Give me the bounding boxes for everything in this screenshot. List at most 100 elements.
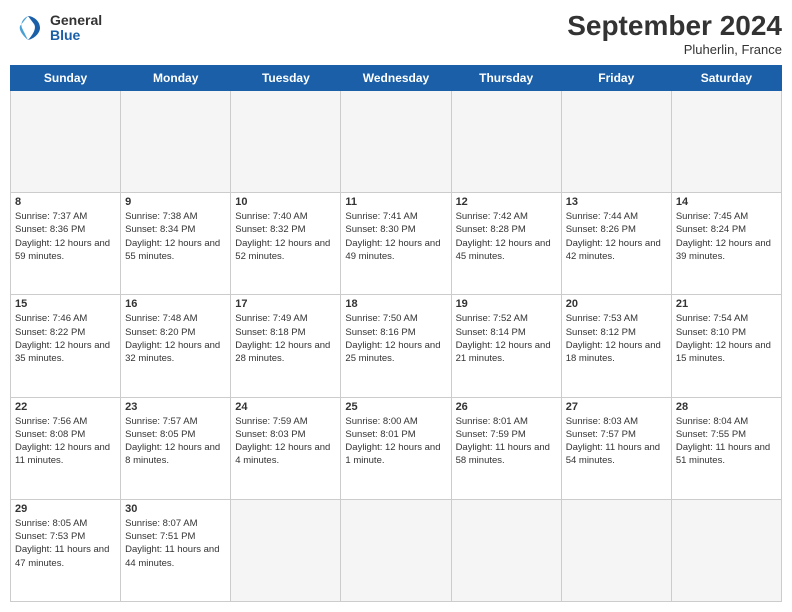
day-header-friday: Friday xyxy=(561,66,671,91)
logo-container: General Blue xyxy=(10,10,102,46)
sunrise-text: Sunrise: 7:46 AM xyxy=(15,312,116,325)
day-number: 17 xyxy=(235,298,336,310)
day-number: 21 xyxy=(676,298,777,310)
daylight-text: Daylight: 11 hours and 58 minutes. xyxy=(456,441,557,468)
month-title: September 2024 xyxy=(567,10,782,42)
sunset-text: Sunset: 7:51 PM xyxy=(125,530,226,543)
calendar-cell: 11Sunrise: 7:41 AMSunset: 8:30 PMDayligh… xyxy=(341,193,451,295)
sunrise-text: Sunrise: 8:00 AM xyxy=(345,415,446,428)
day-info: Sunrise: 7:46 AMSunset: 8:22 PMDaylight:… xyxy=(15,312,116,365)
day-info: Sunrise: 8:00 AMSunset: 8:01 PMDaylight:… xyxy=(345,415,446,468)
calendar-cell: 28Sunrise: 8:04 AMSunset: 7:55 PMDayligh… xyxy=(671,397,781,499)
calendar-cell: 15Sunrise: 7:46 AMSunset: 8:22 PMDayligh… xyxy=(11,295,121,397)
daylight-text: Daylight: 12 hours and 1 minute. xyxy=(345,441,446,468)
daylight-text: Daylight: 12 hours and 15 minutes. xyxy=(676,339,777,366)
calendar-cell: 27 Sunrise: 8:03 AMSunset: 7:57 PMDayligh… xyxy=(561,397,671,499)
day-number: 13 xyxy=(566,196,667,208)
sunset-text: Sunset: 7:57 PM xyxy=(566,428,667,441)
sunset-text: Sunset: 8:26 PM xyxy=(566,223,667,236)
day-number: 8 xyxy=(15,196,116,208)
calendar-cell: 10Sunrise: 7:40 AMSunset: 8:32 PMDayligh… xyxy=(231,193,341,295)
day-header-monday: Monday xyxy=(121,66,231,91)
calendar-cell: 22Sunrise: 7:56 AMSunset: 8:08 PMDayligh… xyxy=(11,397,121,499)
day-info: Sunrise: 7:38 AMSunset: 8:34 PMDaylight:… xyxy=(125,210,226,263)
day-number: 23 xyxy=(125,401,226,413)
day-header-wednesday: Wednesday xyxy=(341,66,451,91)
sunrise-text: Sunrise: 7:41 AM xyxy=(345,210,446,223)
calendar-cell xyxy=(451,499,561,601)
day-number: 18 xyxy=(345,298,446,310)
logo-bird-icon xyxy=(10,10,46,46)
day-number: 27 xyxy=(566,401,667,413)
sunrise-text: Sunrise: 7:54 AM xyxy=(676,312,777,325)
sunset-text: Sunset: 8:05 PM xyxy=(125,428,226,441)
sunset-text: Sunset: 8:30 PM xyxy=(345,223,446,236)
day-info: Sunrise: 7:37 AMSunset: 8:36 PMDaylight:… xyxy=(15,210,116,263)
page: General Blue September 2024 Pluherlin, F… xyxy=(0,0,792,612)
day-header-saturday: Saturday xyxy=(671,66,781,91)
day-info: Sunrise: 8:03 AMSunset: 7:57 PMDaylight:… xyxy=(566,415,667,468)
day-header-thursday: Thursday xyxy=(451,66,561,91)
sunset-text: Sunset: 8:20 PM xyxy=(125,326,226,339)
day-info: Sunrise: 7:52 AMSunset: 8:14 PMDaylight:… xyxy=(456,312,557,365)
calendar-cell: 23Sunrise: 7:57 AMSunset: 8:05 PMDayligh… xyxy=(121,397,231,499)
day-header-tuesday: Tuesday xyxy=(231,66,341,91)
day-info: Sunrise: 7:59 AMSunset: 8:03 PMDaylight:… xyxy=(235,415,336,468)
day-info: Sunrise: 7:48 AMSunset: 8:20 PMDaylight:… xyxy=(125,312,226,365)
daylight-text: Daylight: 12 hours and 25 minutes. xyxy=(345,339,446,366)
day-info: Sunrise: 7:54 AMSunset: 8:10 PMDaylight:… xyxy=(676,312,777,365)
daylight-text: Daylight: 11 hours and 47 minutes. xyxy=(15,543,116,570)
sunrise-text: Sunrise: 7:49 AM xyxy=(235,312,336,325)
logo-blue-text: Blue xyxy=(50,28,102,43)
daylight-text: Daylight: 11 hours and 54 minutes. xyxy=(566,441,667,468)
sunrise-text: Sunrise: 7:37 AM xyxy=(15,210,116,223)
sunrise-text: Sunrise: 7:48 AM xyxy=(125,312,226,325)
calendar-cell xyxy=(231,499,341,601)
sunset-text: Sunset: 8:03 PM xyxy=(235,428,336,441)
sunrise-text: Sunrise: 7:42 AM xyxy=(456,210,557,223)
day-info: Sunrise: 7:40 AMSunset: 8:32 PMDaylight:… xyxy=(235,210,336,263)
sunset-text: Sunset: 8:10 PM xyxy=(676,326,777,339)
sunrise-text: Sunrise: 7:40 AM xyxy=(235,210,336,223)
day-info: Sunrise: 7:42 AMSunset: 8:28 PMDaylight:… xyxy=(456,210,557,263)
daylight-text: Daylight: 12 hours and 8 minutes. xyxy=(125,441,226,468)
calendar-cell xyxy=(671,499,781,601)
sunset-text: Sunset: 8:18 PM xyxy=(235,326,336,339)
sunset-text: Sunset: 7:55 PM xyxy=(676,428,777,441)
sunrise-text: Sunrise: 8:05 AM xyxy=(15,517,116,530)
calendar-cell: 17 Sunrise: 7:49 AMSunset: 8:18 PMDayligh… xyxy=(231,295,341,397)
calendar-cell: 19 Sunrise: 7:52 AMSunset: 8:14 PMDayligh… xyxy=(451,295,561,397)
calendar-cell xyxy=(231,91,341,193)
sunset-text: Sunset: 7:59 PM xyxy=(456,428,557,441)
calendar-cell: 18 Sunrise: 7:50 AMSunset: 8:16 PMDayligh… xyxy=(341,295,451,397)
day-info: Sunrise: 7:41 AMSunset: 8:30 PMDaylight:… xyxy=(345,210,446,263)
calendar-cell xyxy=(341,91,451,193)
daylight-text: Daylight: 11 hours and 51 minutes. xyxy=(676,441,777,468)
daylight-text: Daylight: 12 hours and 55 minutes. xyxy=(125,237,226,264)
day-number: 29 xyxy=(15,503,116,515)
sunset-text: Sunset: 8:34 PM xyxy=(125,223,226,236)
sunrise-text: Sunrise: 8:01 AM xyxy=(456,415,557,428)
day-number: 16 xyxy=(125,298,226,310)
day-number: 14 xyxy=(676,196,777,208)
daylight-text: Daylight: 12 hours and 52 minutes. xyxy=(235,237,336,264)
calendar-cell: 20Sunrise: 7:53 AMSunset: 8:12 PMDayligh… xyxy=(561,295,671,397)
logo: General Blue xyxy=(10,10,102,46)
calendar-cell xyxy=(561,91,671,193)
sunset-text: Sunset: 8:24 PM xyxy=(676,223,777,236)
title-block: September 2024 Pluherlin, France xyxy=(567,10,782,57)
daylight-text: Daylight: 12 hours and 28 minutes. xyxy=(235,339,336,366)
sunrise-text: Sunrise: 7:59 AM xyxy=(235,415,336,428)
daylight-text: Daylight: 12 hours and 39 minutes. xyxy=(676,237,777,264)
day-number: 22 xyxy=(15,401,116,413)
calendar-cell xyxy=(561,499,671,601)
day-number: 24 xyxy=(235,401,336,413)
day-number: 26 xyxy=(456,401,557,413)
day-number: 25 xyxy=(345,401,446,413)
daylight-text: Daylight: 12 hours and 59 minutes. xyxy=(15,237,116,264)
day-info: Sunrise: 7:53 AMSunset: 8:12 PMDaylight:… xyxy=(566,312,667,365)
calendar-cell: 24 Sunrise: 7:59 AMSunset: 8:03 PMDayligh… xyxy=(231,397,341,499)
calendar-cell: 8 Sunrise: 7:37 AMSunset: 8:36 PMDaylight… xyxy=(11,193,121,295)
day-number: 19 xyxy=(456,298,557,310)
day-info: Sunrise: 7:50 AMSunset: 8:16 PMDaylight:… xyxy=(345,312,446,365)
